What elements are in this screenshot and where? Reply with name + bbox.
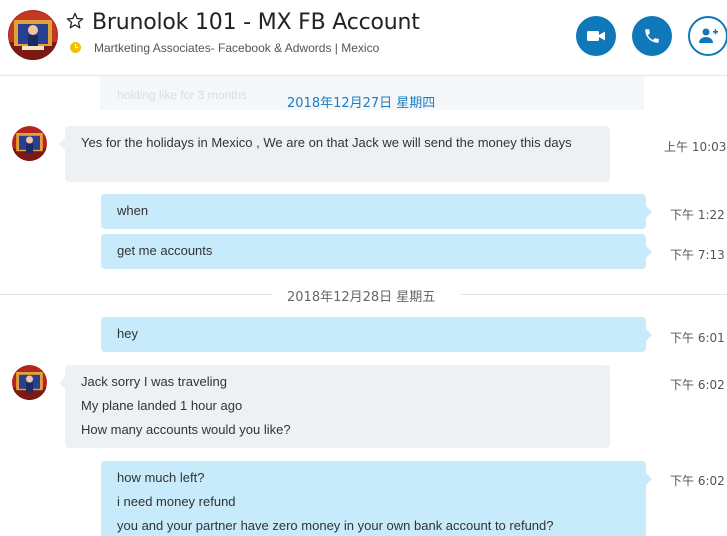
message-text: when [117, 203, 149, 218]
contact-avatar[interactable] [8, 10, 58, 60]
contact-name: Brunolok 101 - MX FB Account [92, 10, 420, 35]
add-participant-button[interactable] [688, 16, 727, 56]
message-text: How many accounts would you like? [81, 422, 291, 437]
message-text: how much left? [117, 470, 205, 485]
sender-avatar[interactable] [12, 365, 47, 400]
message-bubble-incoming[interactable]: Yes for the holidays in Mexico , We are … [59, 126, 610, 182]
favorite-star-icon[interactable] [66, 12, 84, 30]
message-text: My plane landed 1 hour ago [81, 398, 243, 413]
audio-call-button[interactable] [632, 16, 672, 56]
video-camera-icon [587, 31, 605, 41]
date-separator: 2018年12月28日 星期五 [0, 284, 727, 305]
message-timestamp: 上午 10:03 [664, 140, 727, 154]
message-timestamp: 下午 6:01 [670, 331, 725, 345]
contact-mood-message: Martketing Associates- Facebook & Adword… [94, 41, 380, 55]
away-status-icon [70, 42, 81, 53]
chat-header: Brunolok 101 - MX FB Account Martketing … [0, 0, 727, 76]
separator-line [0, 294, 272, 295]
message-timestamp: 下午 6:02 [670, 378, 725, 392]
message-text: hey [117, 326, 138, 341]
message-text: Yes for the holidays in Mexico , We are … [81, 135, 572, 150]
separator-line [461, 294, 727, 295]
date-label: 2018年12月28日 星期五 [287, 290, 436, 305]
video-call-button[interactable] [576, 16, 616, 56]
message-timestamp: 下午 7:13 [670, 248, 725, 262]
message-bubble-outgoing[interactable]: when [101, 194, 652, 229]
date-separator: 2018年12月27日 星期四 [0, 90, 727, 111]
message-text: get me accounts [117, 243, 213, 258]
message-bubble-incoming[interactable]: Jack sorry I was traveling My plane land… [59, 365, 610, 448]
message-text: you and your partner have zero money in … [117, 518, 554, 533]
message-bubble-outgoing[interactable]: get me accounts [101, 234, 652, 269]
date-label: 2018年12月27日 星期四 [287, 96, 436, 111]
message-text: i need money refund [117, 494, 236, 509]
message-timestamp: 下午 6:02 [670, 474, 725, 488]
phone-icon [645, 29, 659, 43]
message-timestamp: 下午 1:22 [670, 208, 725, 222]
message-text: Jack sorry I was traveling [81, 374, 227, 389]
sender-avatar[interactable] [12, 126, 47, 161]
add-person-icon [699, 28, 718, 43]
message-bubble-outgoing[interactable]: how much left? i need money refund you a… [101, 461, 652, 536]
conversation-area[interactable]: holding like for 3 months 2018年12月27日 星期… [0, 76, 727, 536]
message-bubble-outgoing[interactable]: hey [101, 317, 652, 352]
